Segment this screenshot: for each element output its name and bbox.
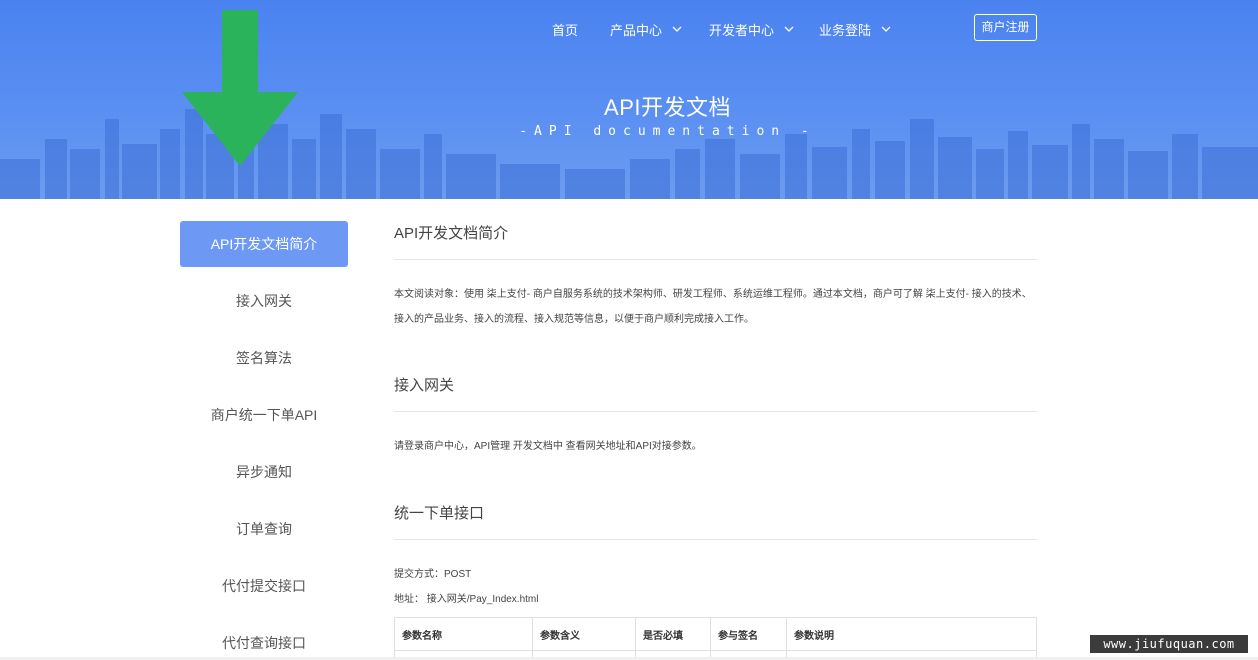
endpoint-address: 地址： 接入网关/Pay_Index.html [394, 594, 539, 605]
column-header: 是否必填 [635, 617, 711, 651]
nav-item-label: 业务登陆 [819, 23, 872, 38]
table-header-row: 参数名称 参数含义 是否必填 参与签名 参数说明 [394, 617, 1037, 651]
doc-sidebar: API开发文档简介 接入网关 签名算法 商户统一下单API 异步通知 订单查询 … [180, 221, 348, 660]
nav-item-label: 开发者中心 [709, 23, 775, 38]
sidebar-item-order-query[interactable]: 订单查询 [180, 506, 348, 552]
sidebar-item-api-intro[interactable]: API开发文档简介 [180, 221, 348, 267]
nav-item-login[interactable]: 业务登陆 [819, 20, 891, 39]
chevron-down-icon [784, 26, 794, 32]
doc-content: API开发文档简介 本文阅读对象：使用 柒上支付- 商户自服务系统的技术架构师、… [394, 221, 1037, 660]
column-header: 参与签名 [710, 617, 787, 651]
merchant-register-button[interactable]: 商户注册 [974, 14, 1037, 41]
sidebar-item-signature[interactable]: 签名算法 [180, 335, 348, 381]
submit-method: 提交方式：POST [394, 569, 472, 580]
page-title: API开发文档 [604, 95, 731, 120]
sidebar-item-payout-query[interactable]: 代付查询接口 [180, 620, 348, 660]
column-header: 参数说明 [786, 617, 1037, 651]
section-text: 请登录商户中心，API管理 开发文档中 查看网关地址和API对接参数。 [394, 441, 702, 452]
section-intro: API开发文档简介 本文阅读对象：使用 柒上支付- 商户自服务系统的技术架构师、… [394, 221, 1037, 332]
site-watermark: www.jiufuquan.com [1090, 635, 1248, 653]
section-gateway: 接入网关 请登录商户中心，API管理 开发文档中 查看网关地址和API对接参数。 [394, 373, 1037, 459]
nav-item-products[interactable]: 产品中心 [610, 20, 682, 39]
section-title: API开发文档简介 [394, 221, 1037, 260]
params-table: 参数名称 参数含义 是否必填 参与签名 参数说明 [394, 617, 1037, 660]
section-unified-order: 统一下单接口 提交方式：POST 地址： 接入网关/Pay_Index.html… [394, 501, 1037, 660]
column-header: 参数名称 [394, 617, 533, 651]
hero-banner: 首页 产品中心 开发者中心 业务登陆 商户注册 API开发文档 -API doc… [0, 0, 1258, 199]
section-text: 本文阅读对象：使用 柒上支付- 商户自服务系统的技术架构师、研发工程师、系统运维… [394, 289, 1032, 325]
chevron-down-icon [672, 26, 682, 32]
sidebar-item-payout-submit[interactable]: 代付提交接口 [180, 563, 348, 609]
nav-item-developers[interactable]: 开发者中心 [709, 20, 794, 39]
sidebar-item-gateway[interactable]: 接入网关 [180, 278, 348, 324]
page-subtitle: -API documentation - [519, 124, 816, 139]
top-nav: 首页 产品中心 开发者中心 业务登陆 商户注册 [0, 0, 1258, 56]
section-title: 接入网关 [394, 373, 1037, 412]
chevron-down-icon [881, 26, 891, 32]
section-title: 统一下单接口 [394, 501, 1037, 540]
sidebar-item-async-notify[interactable]: 异步通知 [180, 449, 348, 495]
nav-item-home[interactable]: 首页 [552, 20, 578, 39]
sidebar-item-unified-order[interactable]: 商户统一下单API [180, 392, 348, 438]
nav-item-label: 产品中心 [610, 23, 663, 38]
column-header: 参数含义 [532, 617, 636, 651]
nav-item-label: 首页 [552, 23, 579, 38]
